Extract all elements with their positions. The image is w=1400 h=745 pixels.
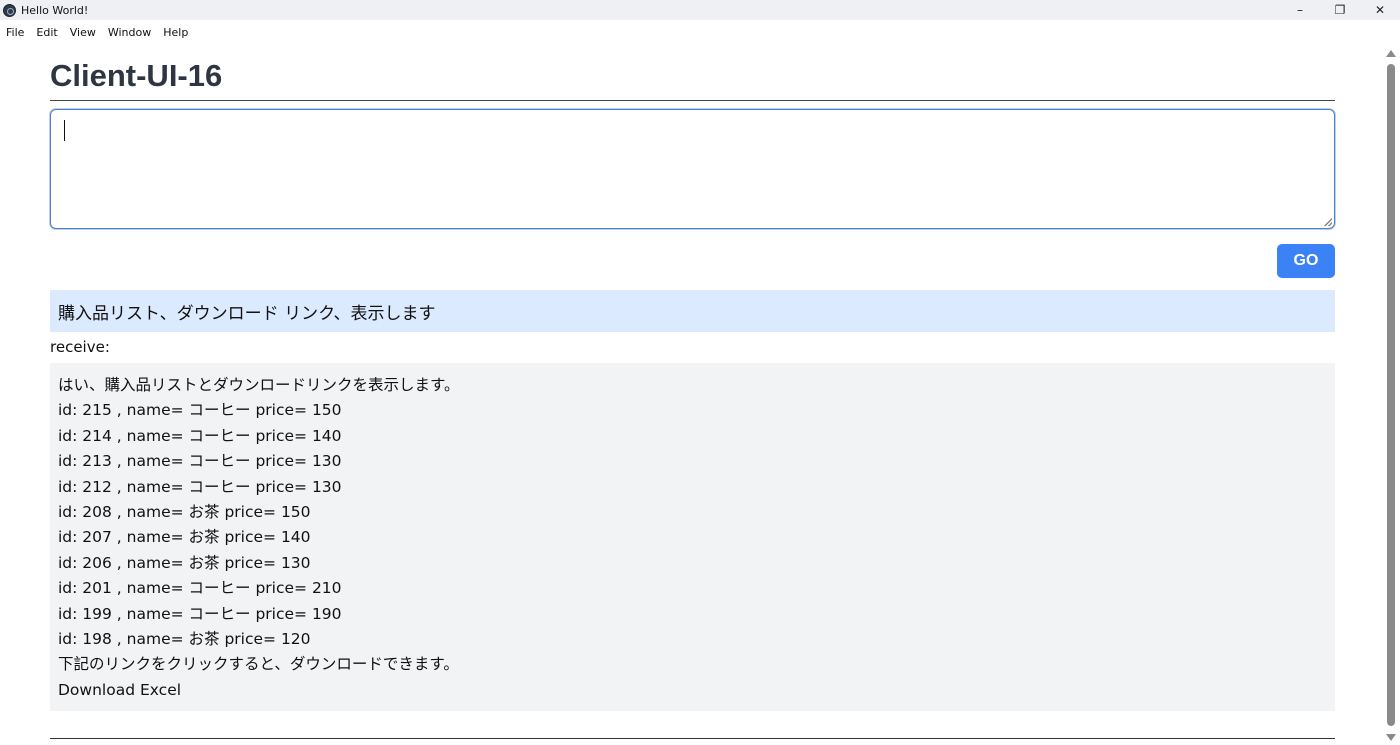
menubar: File Edit View Window Help: [0, 22, 1400, 42]
scroll-thumb[interactable]: [1387, 64, 1395, 726]
list-item: id: 207 , name= お茶 price= 140: [58, 528, 311, 547]
maximize-icon[interactable]: ❐: [1320, 0, 1360, 20]
list-item: id: 208 , name= お茶 price= 150: [58, 502, 311, 521]
window-title: Hello World!: [21, 3, 89, 17]
list-item: id: 201 , name= コーヒー price= 210: [58, 579, 342, 598]
page-title: Client-UI-16: [50, 58, 223, 93]
list-item: id: 206 , name= お茶 price= 130: [58, 553, 311, 572]
close-icon[interactable]: ✕: [1360, 0, 1400, 20]
menu-help[interactable]: Help: [163, 26, 188, 39]
query-banner: 購入品リスト、ダウンロード リンク、表示します: [50, 290, 1335, 332]
list-item: id: 199 , name= コーヒー price= 190: [58, 604, 342, 623]
list-item: id: 214 , name= コーヒー price= 140: [58, 426, 342, 445]
receive-label: receive:: [50, 338, 110, 356]
go-button[interactable]: GO: [1277, 244, 1335, 278]
menu-edit[interactable]: Edit: [36, 26, 57, 39]
download-excel-link[interactable]: Download Excel: [58, 678, 1327, 703]
bottom-divider: [50, 738, 1335, 739]
go-row: GO: [50, 244, 1335, 278]
vertical-scrollbar[interactable]: [1383, 44, 1400, 745]
prompt-textarea[interactable]: [50, 109, 1335, 229]
scroll-up-icon[interactable]: [1386, 50, 1396, 57]
main-content: Client-UI-16 GO 購入品リスト、ダウンロード リンク、表示します …: [50, 42, 1335, 712]
resize-grip-icon[interactable]: [1324, 218, 1332, 226]
download-instructions: 下記のリンクをクリックすると、ダウンロードできます。: [58, 655, 459, 674]
list-item: id: 212 , name= コーヒー price= 130: [58, 477, 342, 496]
window-titlebar: Hello World! – ❐ ✕: [0, 0, 1400, 20]
list-item: id: 215 , name= コーヒー price= 150: [58, 401, 342, 420]
scroll-down-icon[interactable]: [1386, 734, 1396, 741]
title-divider: [50, 100, 1335, 101]
response-box: はい、購入品リストとダウンロードリンクを表示します。 id: 215 , nam…: [50, 363, 1335, 712]
response-intro: はい、購入品リストとダウンロードリンクを表示します。: [58, 376, 460, 394]
window-controls: – ❐ ✕: [1280, 0, 1400, 20]
menu-view[interactable]: View: [70, 26, 96, 39]
text-caret: [64, 120, 65, 141]
menu-file[interactable]: File: [6, 26, 24, 39]
list-item: id: 198 , name= お茶 price= 120: [58, 629, 311, 648]
menu-window[interactable]: Window: [108, 26, 151, 39]
minimize-icon[interactable]: –: [1280, 0, 1320, 20]
app-icon: [3, 3, 16, 17]
list-item: id: 213 , name= コーヒー price= 130: [58, 452, 342, 471]
